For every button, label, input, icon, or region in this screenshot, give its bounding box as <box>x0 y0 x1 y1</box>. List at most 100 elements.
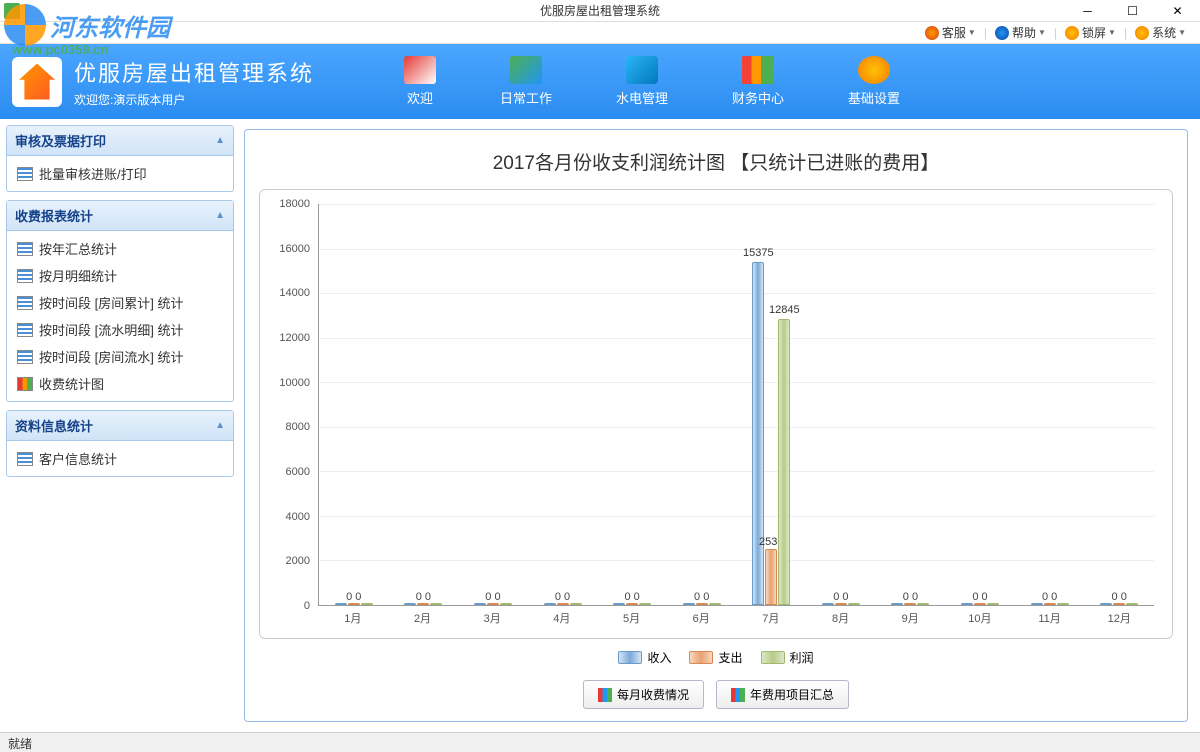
grid-icon <box>17 167 33 181</box>
zero-label: 0 0 <box>1042 591 1057 603</box>
lock-icon <box>1065 26 1079 40</box>
panel-header-report[interactable]: 收费报表统计▲ <box>7 201 233 231</box>
nav-finance[interactable]: 财务中心 <box>720 52 796 111</box>
bar-利润 <box>848 603 860 605</box>
bar-收入 <box>404 603 416 605</box>
y-tick: 6000 <box>286 466 310 478</box>
chart-legend: 收入 支出 利润 <box>259 649 1173 666</box>
bar-收入 <box>1031 603 1043 605</box>
x-tick: 2月 <box>388 610 458 630</box>
bar-支出 <box>626 603 638 605</box>
sidebar-item-period-room[interactable]: 按时间段 [房间累计] 统计 <box>11 289 229 316</box>
sidebar-item-fee-chart[interactable]: 收费统计图 <box>11 370 229 397</box>
zero-label: 0 0 <box>972 591 987 603</box>
bar-支出 <box>974 603 986 605</box>
bar-收入 <box>822 603 834 605</box>
main-content: 2017各月份收支利润统计图 【只统计已进账的费用】 0 2000 4000 6000… <box>240 119 1200 732</box>
grid-icon <box>17 323 33 337</box>
nav-water[interactable]: 水电管理 <box>604 52 680 111</box>
panel-audit: 审核及票据打印▲ 批量审核进账/打印 <box>6 125 234 192</box>
bar-收入 <box>613 603 625 605</box>
y-tick: 0 <box>304 600 310 612</box>
grid-icon <box>17 269 33 283</box>
chart-icon <box>731 688 745 702</box>
service-icon <box>925 26 939 40</box>
sidebar-item-batch-audit[interactable]: 批量审核进账/打印 <box>11 160 229 187</box>
bar-支出 <box>1044 603 1056 605</box>
x-tick: 10月 <box>945 610 1015 630</box>
gear-icon <box>858 56 890 84</box>
zero-label: 0 0 <box>485 591 500 603</box>
bar-收入 <box>683 603 695 605</box>
chart-icon <box>598 688 612 702</box>
zero-label: 0 0 <box>833 591 848 603</box>
panel-header-audit[interactable]: 审核及票据打印▲ <box>7 126 233 156</box>
nav-welcome[interactable]: 欢迎 <box>392 52 448 111</box>
bar-收入: 15375 <box>752 262 764 605</box>
menu-system[interactable]: 系统▼ <box>1129 24 1192 41</box>
menu-lock[interactable]: 锁屏▼ <box>1059 24 1122 41</box>
chart-icon <box>742 56 774 84</box>
maximize-button[interactable]: ☐ <box>1110 1 1155 21</box>
x-tick: 12月 <box>1084 610 1154 630</box>
logo-icon <box>12 57 62 107</box>
bar-利润: 12845 <box>778 319 790 605</box>
top-menu: 客服▼ | 帮助▼ | 锁屏▼ | 系统▼ <box>0 22 1200 44</box>
bar-支出 <box>557 603 569 605</box>
collapse-icon: ▲ <box>215 420 225 431</box>
bar-支出 <box>696 603 708 605</box>
bar-利润 <box>917 603 929 605</box>
bar-支出 <box>348 603 360 605</box>
grid-icon <box>17 350 33 364</box>
zero-label: 0 0 <box>1112 591 1127 603</box>
x-tick: 7月 <box>736 610 806 630</box>
chevron-down-icon: ▼ <box>1108 28 1116 37</box>
sidebar-item-period-flow[interactable]: 按时间段 [流水明细] 统计 <box>11 316 229 343</box>
y-tick: 2000 <box>286 555 310 567</box>
welcome-icon <box>404 56 436 84</box>
close-button[interactable]: ✕ <box>1155 1 1200 21</box>
legend-income: 收入 <box>618 649 671 666</box>
x-tick: 11月 <box>1015 610 1085 630</box>
yearly-fee-button[interactable]: 年费用项目汇总 <box>716 680 849 709</box>
sidebar-item-customer[interactable]: 客户信息统计 <box>11 445 229 472</box>
x-tick: 3月 <box>457 610 527 630</box>
chart-title: 2017各月份收支利润统计图 【只统计已进账的费用】 <box>259 148 1173 175</box>
zero-label: 0 0 <box>903 591 918 603</box>
y-tick: 18000 <box>279 198 310 210</box>
nav-setting[interactable]: 基础设置 <box>836 52 912 111</box>
menu-help[interactable]: 帮助▼ <box>989 24 1052 41</box>
y-tick: 4000 <box>286 511 310 523</box>
monthly-fee-button[interactable]: 每月收费情况 <box>583 680 704 709</box>
sidebar-item-year-summary[interactable]: 按年汇总统计 <box>11 235 229 262</box>
bar-利润 <box>500 603 512 605</box>
bar-支出 <box>904 603 916 605</box>
y-tick: 12000 <box>279 332 310 344</box>
y-tick: 8000 <box>286 421 310 433</box>
sidebar-item-period-roomflow[interactable]: 按时间段 [房间流水] 统计 <box>11 343 229 370</box>
zero-label: 0 0 <box>416 591 431 603</box>
collapse-icon: ▲ <box>215 210 225 221</box>
chevron-down-icon: ▼ <box>968 28 976 37</box>
zero-label: 0 0 <box>346 591 361 603</box>
minimize-button[interactable]: ─ <box>1065 1 1110 21</box>
sidebar-item-month-detail[interactable]: 按月明细统计 <box>11 262 229 289</box>
grid-icon <box>17 452 33 466</box>
sidebar: 审核及票据打印▲ 批量审核进账/打印 收费报表统计▲ 按年汇总统计 按月明细统计… <box>0 119 240 732</box>
grid-icon <box>17 242 33 256</box>
app-icon <box>4 3 20 19</box>
bar-利润 <box>639 603 651 605</box>
menu-service[interactable]: 客服▼ <box>919 24 982 41</box>
bar-利润 <box>1126 603 1138 605</box>
legend-expense: 支出 <box>689 649 742 666</box>
nav-daily[interactable]: 日常工作 <box>488 52 564 111</box>
panel-header-info[interactable]: 资料信息统计▲ <box>7 411 233 441</box>
bar-利润 <box>570 603 582 605</box>
bar-支出: 2530 <box>765 549 777 605</box>
y-tick: 10000 <box>279 377 310 389</box>
collapse-icon: ▲ <box>215 135 225 146</box>
bar-支出 <box>835 603 847 605</box>
bar-利润 <box>430 603 442 605</box>
legend-profit: 利润 <box>761 649 814 666</box>
chevron-down-icon: ▼ <box>1178 28 1186 37</box>
